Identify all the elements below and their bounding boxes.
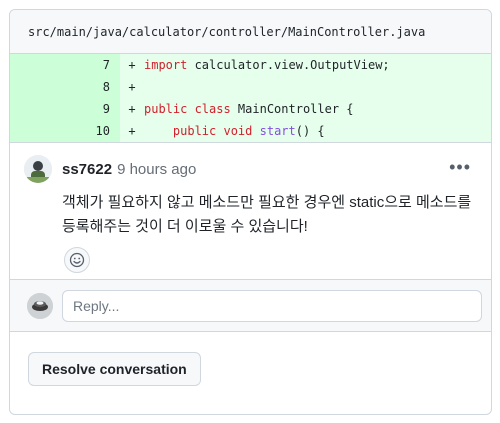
resolve-area: Resolve conversation [10,331,491,408]
diff-line: 8 + [10,76,491,98]
comment-header: ss7622 9 hours ago [24,155,477,183]
code-line: public class MainController { [144,102,354,116]
diff-sign: + [128,124,136,138]
current-user-avatar [27,292,53,319]
code-keyword: import [144,58,188,72]
diff-sign: + [128,80,136,94]
code-text: () { [295,124,325,138]
reply-input[interactable] [62,289,482,322]
smiley-icon [69,252,85,268]
avatar[interactable] [24,155,52,183]
resolve-conversation-button[interactable]: Resolve conversation [28,352,201,386]
line-number[interactable]: 8 [10,76,120,98]
code-text: calculator.view.OutputView; [187,58,390,72]
code-keyword: public class [144,102,231,116]
review-thread-card: src/main/java/calculator/controller/Main… [9,9,492,415]
file-path[interactable]: src/main/java/calculator/controller/Main… [28,25,425,39]
line-number[interactable]: 9 [10,98,120,120]
diff-line: 10 + public void start() { [10,120,491,142]
comment-author[interactable]: ss7622 [62,161,112,178]
code-line: public void start() { [144,124,325,138]
diff-sign: + [128,102,136,116]
diff-hunk: 7 + import calculator.view.OutputView; 8 +9 +… [10,54,491,142]
comment-thread: ss7622 9 hours ago ••• 객체가 필요하지 않고 메소드만 … [10,142,491,408]
avatar-image [24,155,52,183]
comment-timestamp[interactable]: 9 hours ago [117,161,196,178]
diff-sign: + [128,58,136,72]
code-keyword: public void [172,124,253,138]
code-text: MainController { [230,102,354,116]
line-number[interactable]: 10 [10,120,120,142]
kebab-horizontal-icon[interactable]: ••• [449,157,471,178]
code-line: import calculator.view.OutputView; [144,58,390,72]
file-path-header: src/main/java/calculator/controller/Main… [10,10,491,54]
diff-line: 7 + import calculator.view.OutputView; [10,54,491,76]
line-number[interactable]: 7 [10,54,120,76]
comment-body: 객체가 필요하지 않고 메소드만 필요한 경우엔 static으로 메소드를 등… [62,194,472,235]
diff-line: 9 + public class MainController { [10,98,491,120]
add-reaction-button[interactable] [64,247,90,273]
avatar-image [27,292,53,319]
review-comment: ss7622 9 hours ago ••• 객체가 필요하지 않고 메소드만 … [10,143,491,279]
code-function: start [259,124,296,138]
reply-bar [10,279,491,331]
